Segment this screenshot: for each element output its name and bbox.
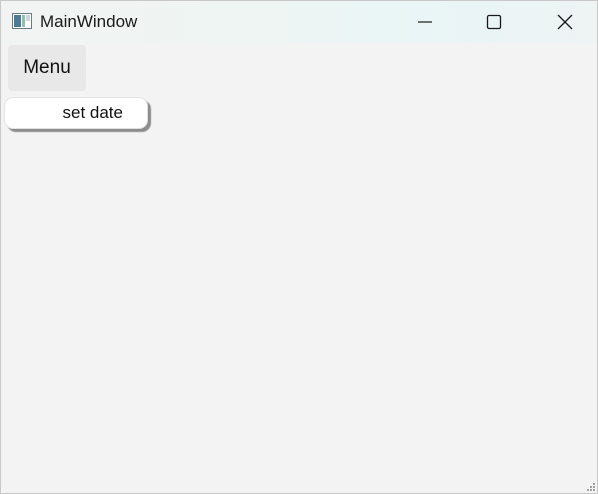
set-date-button[interactable]: set date: [4, 97, 148, 129]
close-icon: [557, 14, 573, 30]
close-button[interactable]: [542, 1, 588, 43]
menu-button[interactable]: Menu: [8, 45, 86, 91]
maximize-icon: [486, 14, 502, 30]
window-title: MainWindow: [40, 12, 138, 31]
title-bar[interactable]: MainWindow: [1, 1, 597, 43]
minimize-icon: [418, 21, 432, 23]
app-window-icon: [12, 13, 32, 29]
resize-grip-icon[interactable]: [586, 482, 596, 492]
main-window: MainWindow Menu set date: [0, 0, 598, 494]
maximize-button[interactable]: [471, 1, 517, 43]
minimize-button[interactable]: [402, 1, 448, 43]
